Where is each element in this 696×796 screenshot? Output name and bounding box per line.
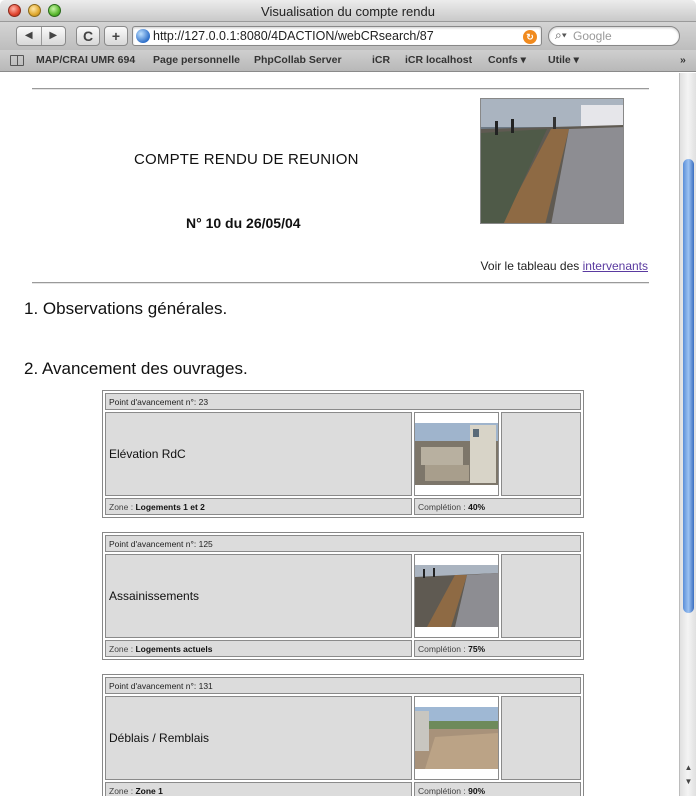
report-title: COMPTE RENDU DE REUNION [134,151,359,168]
url-text: http://127.0.0.1:8080/4DACTION/webCRsear… [153,29,434,43]
bookmark-confs-menu[interactable]: Confs ▾ [488,54,526,66]
progress-item-completion: Complétion : 75% [414,640,581,657]
progress-item-header: Point d'avancement n°: 125 [105,535,581,552]
back-forward-buttons: ◀ ▶ [16,26,66,46]
progress-item: Point d'avancement n°: 23 Elévation RdC … [102,390,584,518]
progress-item-completion: Complétion : 40% [414,498,581,515]
progress-item-photo [414,412,499,496]
section-avancement: 2. Avancement des ouvrages. [24,359,248,378]
search-icon: ⌕▾ [555,28,567,42]
vertical-scrollbar[interactable]: ▲ ▼ [679,73,696,796]
page-viewport: COMPTE RENDU DE REUNION N° 10 du 26/05/0… [0,73,679,796]
progress-item-name: Assainissements [105,554,412,638]
progress-item-zone: Zone : Logements actuels [105,640,412,657]
feed-icon[interactable]: ↻ [523,30,537,44]
search-field[interactable]: ⌕▾ Google [548,26,680,46]
progress-item-photo [414,554,499,638]
progress-item-header: Point d'avancement n°: 23 [105,393,581,410]
reload-button[interactable]: C [76,26,100,46]
bookmark-phpcollab[interactable]: PhpCollab Server [254,54,342,66]
browser-toolbar: ◀ ▶ C + http://127.0.0.1:8080/4DACTION/w… [0,22,696,50]
section-divider [32,282,649,284]
back-button[interactable]: ◀ [17,27,42,45]
top-divider [32,88,649,90]
address-bar[interactable]: http://127.0.0.1:8080/4DACTION/webCRsear… [132,26,542,46]
bookmarks-overflow-chevron[interactable]: » [680,54,686,66]
section-observations: 1. Observations générales. [24,299,228,318]
progress-item-empty-cell [501,412,581,496]
site-photo [480,98,624,224]
progress-item-zone: Zone : Zone 1 [105,782,412,796]
window-titlebar: Visualisation du compte rendu [0,0,696,22]
progress-item-name: Déblais / Remblais [105,696,412,780]
progress-item-name: Elévation RdC [105,412,412,496]
globe-icon [136,29,150,43]
window-title: Visualisation du compte rendu [261,4,435,19]
search-placeholder: Google [573,29,612,43]
bookmarks-book-icon[interactable] [10,55,24,66]
progress-item-completion: Complétion : 90% [414,782,581,796]
progress-item: Point d'avancement n°: 125 Assainissemen… [102,532,584,660]
progress-item-zone: Zone : Logements 1 et 2 [105,498,412,515]
scrollbar-thumb[interactable] [683,159,694,613]
forward-button[interactable]: ▶ [42,27,66,45]
report-number: N° 10 du 26/05/04 [186,215,301,231]
add-bookmark-button[interactable]: + [104,26,128,46]
progress-item: Point d'avancement n°: 131 Déblais / Rem… [102,674,584,796]
intervenants-line: Voir le tableau des intervenants [481,259,648,273]
bookmark-icr-localhost[interactable]: iCR localhost [405,54,472,66]
intervenants-link[interactable]: intervenants [583,259,648,273]
bookmark-page-personnelle[interactable]: Page personnelle [153,54,240,66]
bookmark-icr[interactable]: iCR [372,54,390,66]
progress-item-empty-cell [501,696,581,780]
progress-item-header: Point d'avancement n°: 131 [105,677,581,694]
bookmark-utile-menu[interactable]: Utile ▾ [548,54,579,66]
bookmark-map-crai[interactable]: MAP/CRAI UMR 694 [36,54,135,66]
bookmarks-bar: MAP/CRAI UMR 694 Page personnelle PhpCol… [0,50,696,72]
progress-item-photo [414,696,499,780]
scroll-up-arrow-icon[interactable]: ▲ [683,763,694,772]
voir-text: Voir le tableau des [480,259,583,273]
progress-item-empty-cell [501,554,581,638]
scroll-down-arrow-icon[interactable]: ▼ [683,777,694,786]
